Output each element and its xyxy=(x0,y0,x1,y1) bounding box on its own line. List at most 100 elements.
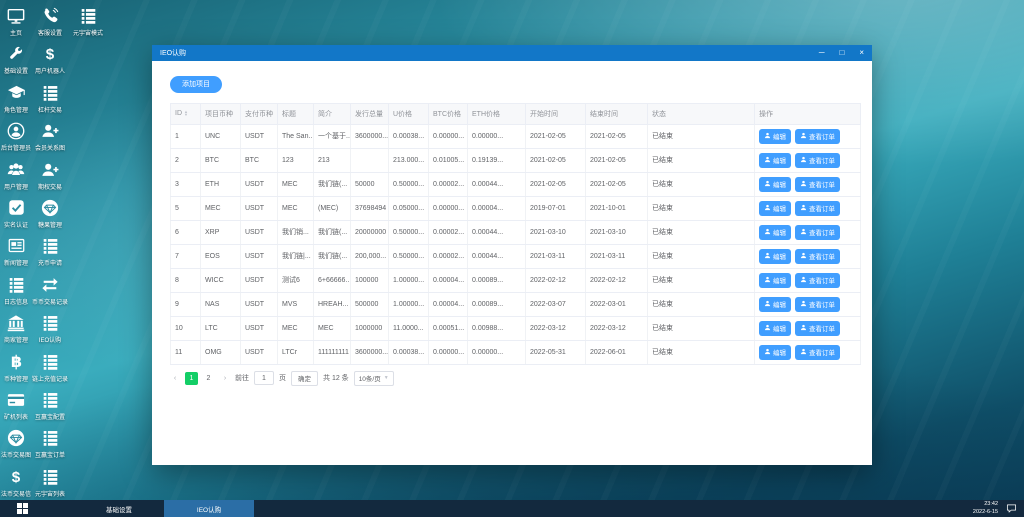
taskbar-item-1[interactable]: 基础设置 xyxy=(74,500,164,517)
edit-button[interactable]: 编辑 xyxy=(759,176,791,192)
cell-id: 10 xyxy=(170,315,201,341)
user-icon xyxy=(764,348,771,357)
close-button[interactable]: × xyxy=(859,45,864,61)
cell-total: 3600000... xyxy=(350,123,389,149)
column-header-1[interactable]: 项目币种 xyxy=(200,102,241,125)
cell-actions: 编辑 查看订单 xyxy=(754,147,861,173)
view-orders-button[interactable]: 查看订单 xyxy=(795,320,840,336)
view-orders-button[interactable]: 查看订单 xyxy=(795,152,840,168)
clock-time: 23:42 xyxy=(984,501,998,508)
cell-eth_price: 0.00044... xyxy=(467,243,526,269)
pagination-page-2[interactable]: 2 xyxy=(202,372,215,385)
edit-button[interactable]: 编辑 xyxy=(759,344,791,360)
view-orders-button[interactable]: 查看订单 xyxy=(795,248,840,264)
cell-u_price: 0.50000... xyxy=(388,243,429,269)
cell-desc: 213 xyxy=(313,147,351,173)
column-header-5[interactable]: 发行总量 xyxy=(350,102,389,125)
cell-desc: 111111111 xyxy=(313,339,351,365)
view-orders-button[interactable]: 查看订单 xyxy=(795,176,840,192)
user-icon xyxy=(800,252,807,261)
cell-pay: BTC xyxy=(240,147,278,173)
notifications-chat-icon[interactable] xyxy=(1006,503,1024,514)
desktop-icon-exchange-arrows[interactable]: 币币交易记录 xyxy=(30,275,70,306)
taskbar-item-2[interactable]: IEO认购 xyxy=(164,500,254,517)
column-header-6[interactable]: U价格 xyxy=(388,102,429,125)
desktop-icon-phone[interactable]: 客服设置 xyxy=(30,6,70,37)
edit-button[interactable]: 编辑 xyxy=(759,320,791,336)
column-header-7[interactable]: BTC价格 xyxy=(428,102,468,125)
add-project-button[interactable]: 添加项目 xyxy=(170,75,222,93)
view-orders-button[interactable]: 查看订单 xyxy=(795,344,840,360)
list-icon xyxy=(42,352,59,371)
user-circle-icon xyxy=(7,121,25,140)
table-row: 8 WICC USDT 测试6 6+66666... 100000 1.00000... 0.… xyxy=(170,267,861,293)
desktop-icon-list[interactable]: 链上充值记录 xyxy=(30,352,70,383)
desktop-icon-list[interactable]: 互赢宝订单 xyxy=(30,428,70,459)
pagination-page-1[interactable]: 1 xyxy=(185,371,198,385)
table-row: 6 XRP USDT 我们销... 我们链(... 20000000 0.50000... 0… xyxy=(170,219,861,245)
edit-button[interactable]: 编辑 xyxy=(759,128,791,144)
cell-actions: 编辑 查看订单 xyxy=(754,171,861,197)
cell-eth_price: 0.00089... xyxy=(467,267,526,293)
newspaper-icon xyxy=(8,236,25,255)
user-icon xyxy=(764,276,771,285)
column-header-0[interactable]: ID ▲ ▼ xyxy=(170,102,201,125)
desktop-icon-user-plus[interactable]: 期权交易 xyxy=(30,160,70,191)
desktop-icon-list[interactable]: 元宇宙列表 xyxy=(30,467,70,498)
desktop-icon-list[interactable]: 充币申请 xyxy=(30,236,70,267)
edit-button[interactable]: 编辑 xyxy=(759,224,791,240)
edit-button[interactable]: 编辑 xyxy=(759,296,791,312)
desktop-icon-list[interactable]: IEO认购 xyxy=(30,313,70,344)
desktop-icon-label: 充币申请 xyxy=(37,261,62,267)
column-header-11[interactable]: 状态 xyxy=(647,102,755,125)
table-row: 1 UNC USDT The San... 一个基于... 3600000... 0.000… xyxy=(170,123,861,149)
desktop-icon-label: 法币交易信 xyxy=(0,492,31,498)
view-orders-button[interactable]: 查看订单 xyxy=(795,296,840,312)
column-header-8[interactable]: ETH价格 xyxy=(467,102,526,125)
cell-actions: 编辑 查看订单 xyxy=(754,339,861,365)
desktop-icon-dollar[interactable]: $ 用户机器人 xyxy=(30,44,70,75)
desktop-icon-list[interactable]: 元宇宙模式 xyxy=(68,6,108,37)
maximize-button[interactable]: □ xyxy=(839,45,844,61)
cell-actions: 编辑 查看订单 xyxy=(754,315,861,341)
edit-button[interactable]: 编辑 xyxy=(759,152,791,168)
desktop-icon-gem[interactable]: 糖果管理 xyxy=(30,198,70,229)
column-header-12[interactable]: 操作 xyxy=(754,102,861,125)
edit-button[interactable]: 编辑 xyxy=(759,200,791,216)
window-titlebar[interactable]: IEO认购 ─ □ × xyxy=(152,45,872,61)
cell-end: 2021-02-05 xyxy=(585,147,648,173)
edit-button[interactable]: 编辑 xyxy=(759,248,791,264)
view-orders-button[interactable]: 查看订单 xyxy=(795,200,840,216)
desktop-icon-list[interactable]: 杠杆交易 xyxy=(30,83,70,114)
desktop-icon-list[interactable]: 互赢宝配置 xyxy=(30,390,70,421)
minimize-button[interactable]: ─ xyxy=(819,45,825,61)
sort-carets-icon[interactable]: ▲ ▼ xyxy=(184,110,188,117)
desktop-icon-user-plus[interactable]: 会员关系图 xyxy=(30,121,70,152)
column-header-10[interactable]: 结束时间 xyxy=(585,102,648,125)
user-icon xyxy=(764,132,771,141)
page-size-select[interactable]: 10条/页 ▼ xyxy=(353,370,394,386)
view-orders-button[interactable]: 查看订单 xyxy=(795,128,840,144)
cell-total: 500000 xyxy=(350,291,389,317)
users-icon xyxy=(7,160,25,179)
desktop-icon-label: 期权交易 xyxy=(37,185,62,191)
goto-page-input[interactable] xyxy=(254,371,274,385)
taskbar-clock[interactable]: 23:42 2022-6-15 xyxy=(973,501,1006,516)
view-orders-button[interactable]: 查看订单 xyxy=(795,224,840,240)
start-button[interactable] xyxy=(0,500,44,517)
cell-total: 3600000... xyxy=(350,339,389,365)
pagination-prev-button[interactable]: ‹ xyxy=(170,375,180,382)
column-header-9[interactable]: 开始时间 xyxy=(525,102,586,125)
cell-id: 9 xyxy=(170,291,201,317)
table-row: 5 MEC USDT MEC (MEC) 37698494 0.05000... 0.0000… xyxy=(170,195,861,221)
view-orders-button[interactable]: 查看订单 xyxy=(795,272,840,288)
pagination-next-button[interactable]: › xyxy=(220,375,230,382)
column-header-4[interactable]: 简介 xyxy=(313,102,351,125)
user-icon xyxy=(800,204,807,213)
column-header-3[interactable]: 标题 xyxy=(277,102,314,125)
goto-confirm-button[interactable]: 确定 xyxy=(291,370,318,386)
cell-status: 已结束 xyxy=(647,315,755,341)
column-header-2[interactable]: 支付币种 xyxy=(240,102,278,125)
bitcoin-icon: ฿ xyxy=(8,352,25,371)
edit-button[interactable]: 编辑 xyxy=(759,272,791,288)
